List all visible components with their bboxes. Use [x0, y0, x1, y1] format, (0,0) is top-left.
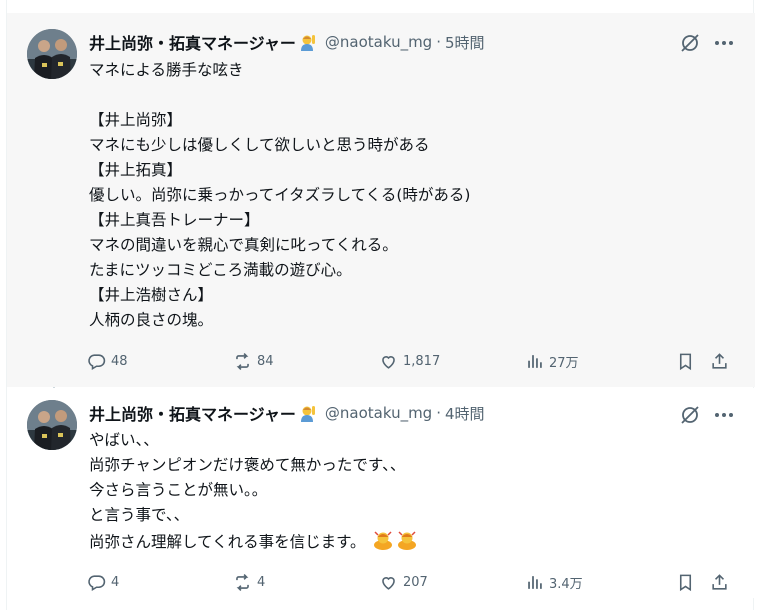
grok-slash-icon[interactable]	[679, 32, 701, 54]
bookmark-icon	[679, 353, 692, 370]
tweet-timestamp[interactable]: 5時間	[445, 32, 485, 53]
tweet-text: やばい、、 尚弥チャンピオンだけ褒めて無かったです、、 今さら言うことが無い。。…	[89, 431, 406, 551]
reply-button[interactable]: 48	[87, 349, 128, 373]
view-count: 3.4万	[549, 576, 583, 592]
person-bowing-emoji	[397, 531, 416, 550]
timeline-frame: 井上尚弥・拓真マネージャー @naotaku_mg · 5時間 マネによる勝手な…	[6, 0, 755, 610]
separator-dot: ·	[436, 33, 441, 51]
reply-bubble-icon	[88, 353, 106, 370]
heart-icon	[382, 355, 395, 369]
bookmark-button[interactable]	[676, 349, 695, 373]
repost-button[interactable]: 84	[233, 349, 274, 373]
repost-arrows-icon	[236, 573, 249, 591]
share-upload-icon	[712, 573, 727, 590]
person-bowing-emoji	[373, 531, 392, 550]
like-button[interactable]: 1,817	[379, 349, 440, 373]
bookmark-icon	[679, 574, 692, 591]
bookmark-button[interactable]	[676, 570, 695, 594]
repost-button[interactable]: 4	[233, 570, 265, 594]
more-dots-icon[interactable]	[713, 32, 735, 54]
heart-icon	[382, 576, 395, 590]
tweet-timestamp[interactable]: 4時間	[445, 403, 485, 424]
tweet-1[interactable]: 井上尚弥・拓真マネージャー @naotaku_mg · 5時間 マネによる勝手な…	[7, 13, 755, 387]
bar-chart-icon	[528, 575, 542, 589]
author-avatar[interactable]	[27, 400, 77, 450]
grok-slash-icon[interactable]	[679, 404, 701, 426]
share-button[interactable]	[710, 349, 729, 373]
more-dots-icon[interactable]	[713, 404, 735, 426]
tweet-actions: 4 4 207 3.4万	[87, 570, 747, 594]
bar-chart-icon	[528, 354, 542, 368]
like-count: 207	[403, 574, 428, 590]
bowing-emoji-group	[372, 528, 420, 550]
author-handle[interactable]: @naotaku_mg	[325, 404, 432, 422]
tweet-text: マネによる勝手な呟き 【井上尚弥】 マネにも少しは優しくして欲しいと思う時がある…	[89, 61, 471, 329]
like-button[interactable]: 207	[379, 570, 428, 594]
views-button[interactable]: 3.4万	[525, 570, 583, 594]
reply-count: 48	[111, 353, 128, 369]
tweet-text-container: やばい、、 尚弥チャンピオンだけ褒めて無かったです、、 今さら言うことが無い。。…	[89, 428, 729, 555]
tweet-header: 井上尚弥・拓真マネージャー @naotaku_mg · 4時間	[89, 402, 485, 424]
person-raising-hand-emoji	[299, 33, 317, 51]
repost-arrows-icon	[236, 352, 249, 370]
repost-count: 4	[257, 574, 266, 590]
separator-dot: ·	[436, 404, 441, 422]
reply-bubble-icon	[88, 574, 106, 591]
tweet-2[interactable]: 井上尚弥・拓真マネージャー @naotaku_mg · 4時間 やばい、、 尚弥…	[7, 388, 755, 598]
like-count: 1,817	[403, 353, 441, 369]
share-upload-icon	[712, 352, 727, 369]
views-button[interactable]: 27万	[525, 349, 579, 373]
repost-count: 84	[257, 353, 274, 369]
person-raising-hand-emoji	[299, 404, 317, 422]
author-name[interactable]: 井上尚弥・拓真マネージャー	[89, 30, 296, 54]
tweet-actions: 48 84 1,817 27万	[87, 349, 747, 373]
view-count: 27万	[549, 355, 579, 371]
author-avatar[interactable]	[27, 29, 77, 79]
tweet-header: 井上尚弥・拓真マネージャー @naotaku_mg · 5時間	[89, 31, 485, 53]
reply-count: 4	[111, 574, 120, 590]
reply-button[interactable]: 4	[87, 570, 119, 594]
author-handle[interactable]: @naotaku_mg	[325, 33, 432, 51]
author-name[interactable]: 井上尚弥・拓真マネージャー	[89, 401, 296, 425]
share-button[interactable]	[710, 570, 729, 594]
